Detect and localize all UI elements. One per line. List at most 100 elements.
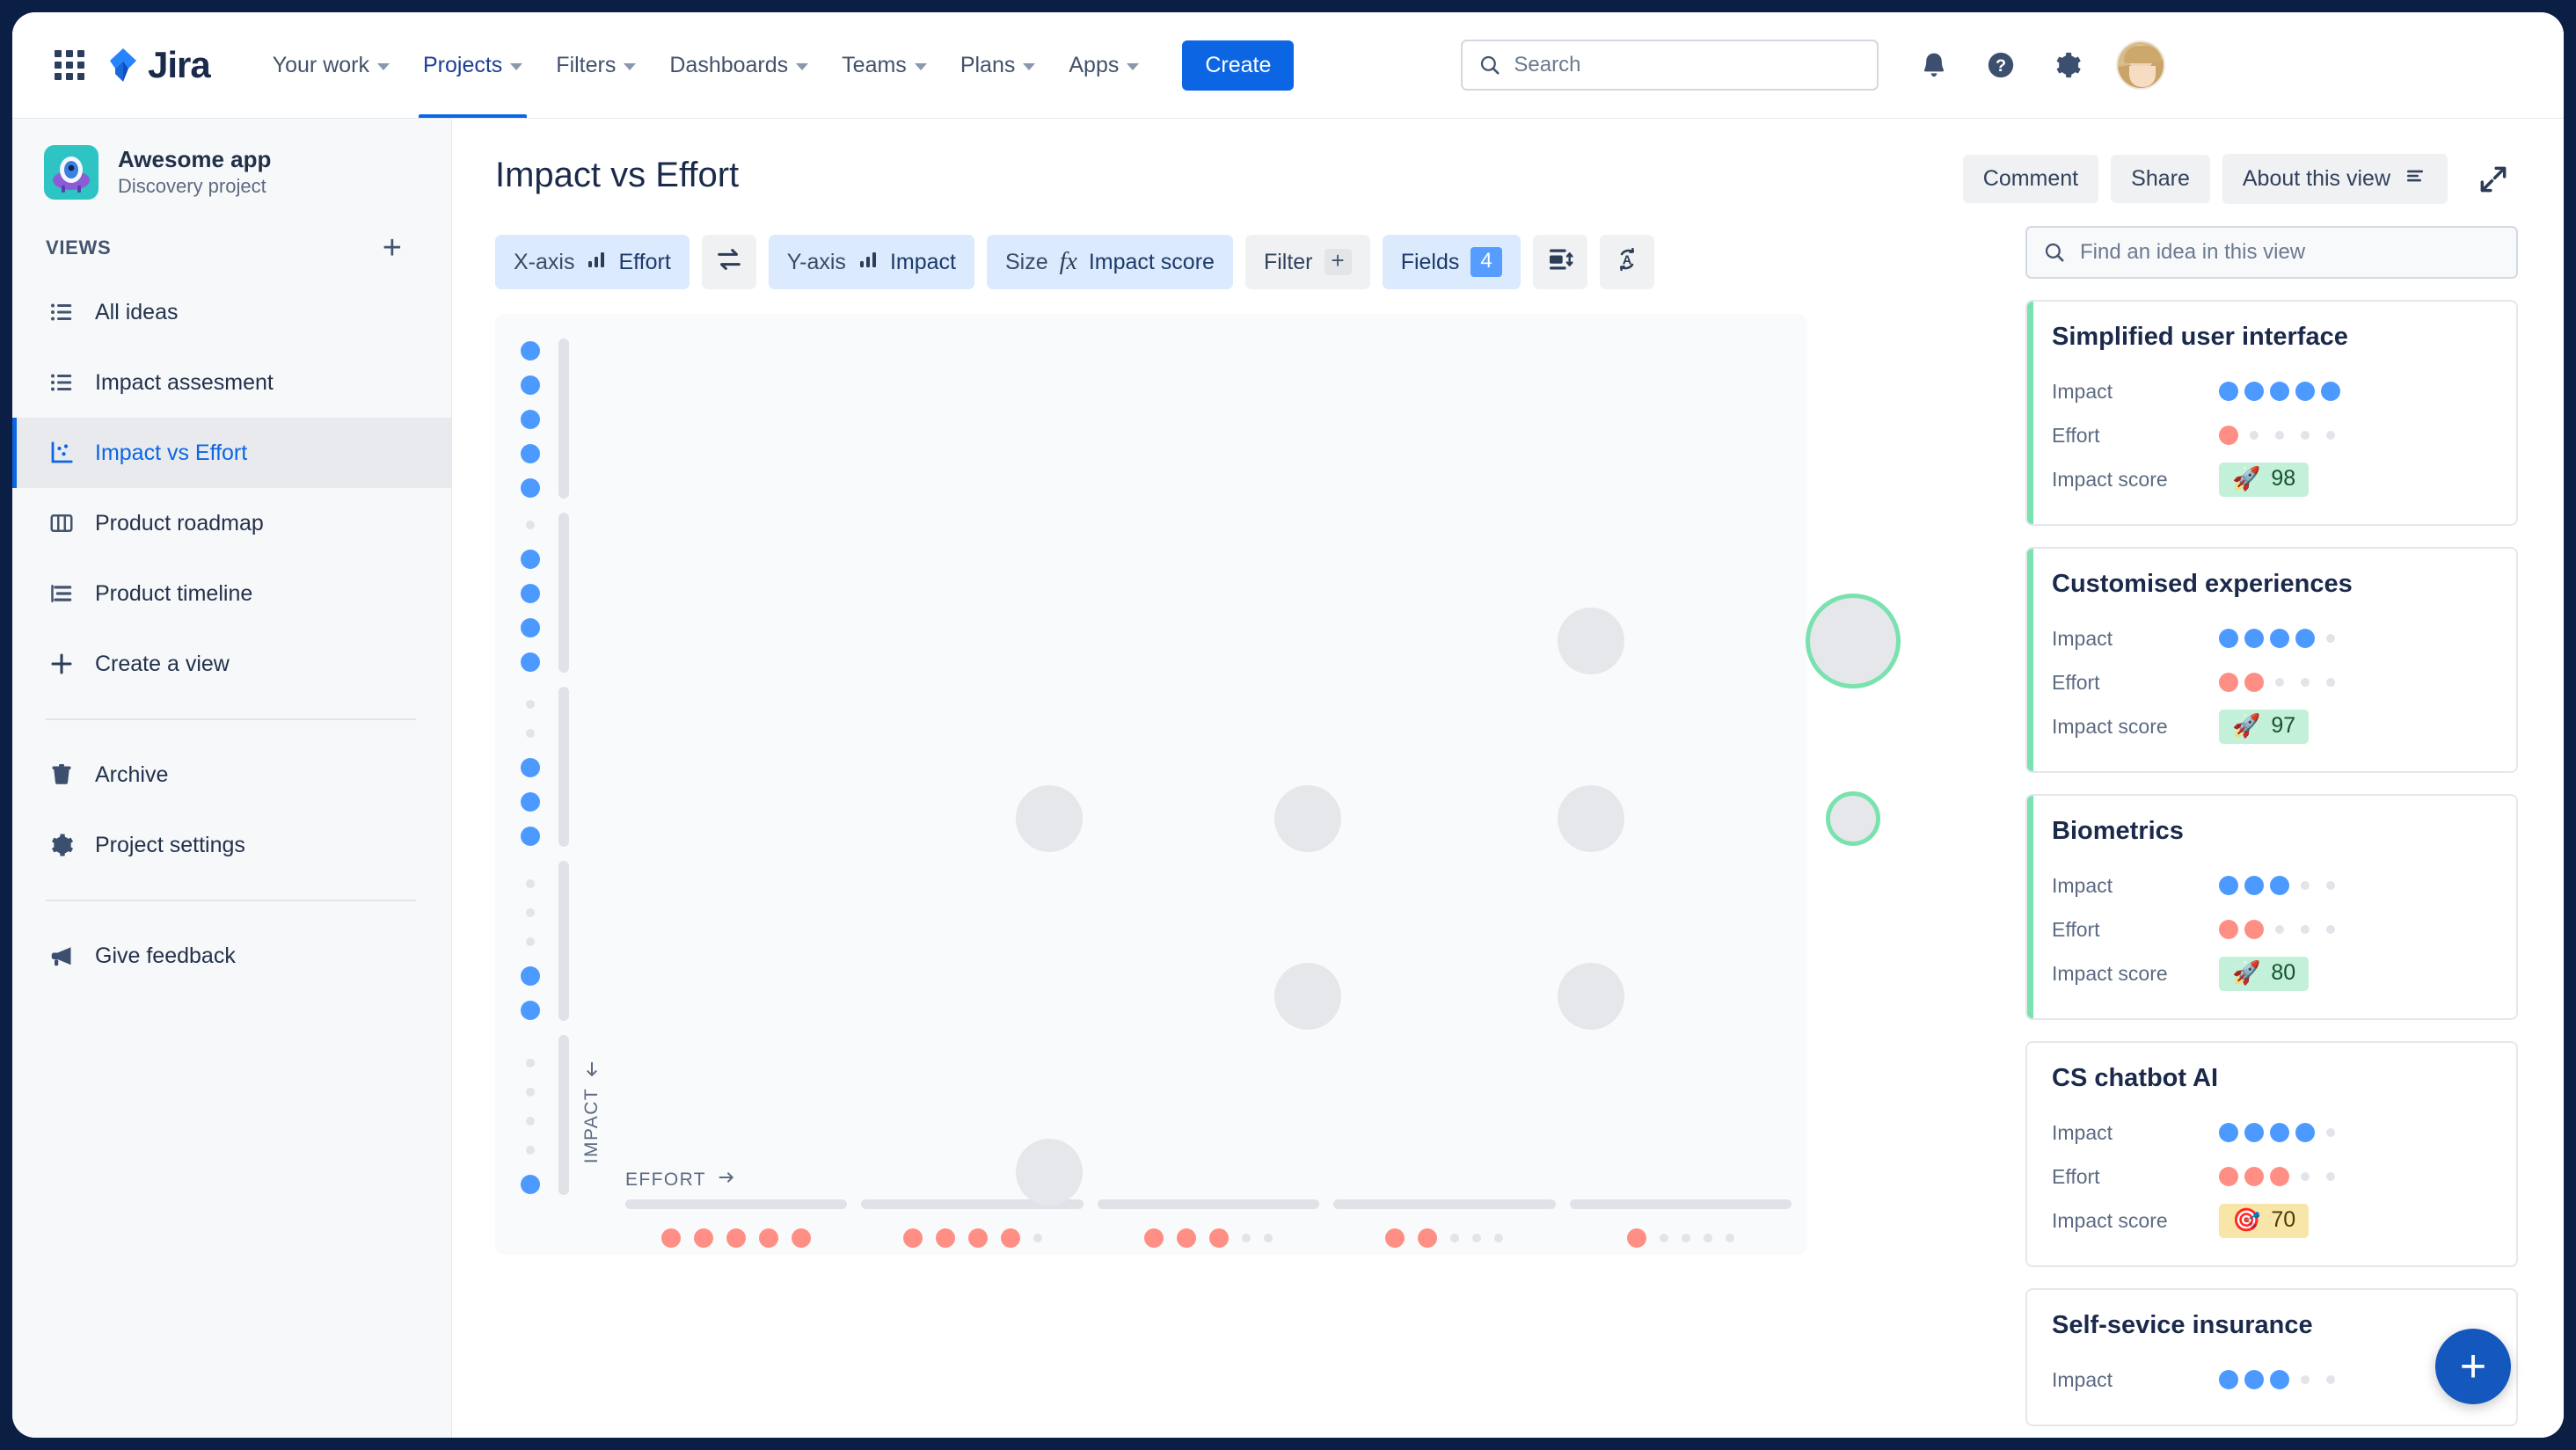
effort-dot-filled — [792, 1228, 812, 1248]
rating-dots — [2219, 629, 2340, 648]
nav-item-teams[interactable]: Teams — [825, 12, 944, 118]
notifications-bell-icon[interactable] — [1916, 47, 1952, 84]
chevron-down-icon — [624, 62, 637, 70]
impact-score-badge: 🚀 98 — [2219, 462, 2310, 497]
jira-home-link[interactable]: Jira — [104, 44, 211, 86]
app-switcher-icon[interactable] — [55, 50, 84, 80]
search-placeholder: Search — [1514, 53, 1581, 77]
primary-nav: Your work Projects Filters Dashboards Te… — [256, 12, 1157, 118]
find-idea-input[interactable]: Find an idea in this view — [2025, 226, 2518, 279]
sidebar-item-product-roadmap[interactable]: Product roadmap — [12, 488, 451, 558]
nav-item-projects[interactable]: Projects — [406, 12, 539, 118]
project-header[interactable]: Awesome app Discovery project — [12, 119, 451, 200]
sidebar-item-archive[interactable]: Archive — [12, 740, 451, 810]
chart-bubble[interactable] — [1558, 608, 1624, 674]
x-axis-level-dots — [625, 1228, 1792, 1248]
chart-bubble[interactable] — [1806, 594, 1901, 689]
ideas-side-panel: Find an idea in this view Simplified use… — [2001, 226, 2564, 1438]
impact-dot-empty — [526, 1146, 535, 1155]
idea-card[interactable]: Biometrics Impact Effort Impact score 🚀 80 — [2025, 794, 2518, 1020]
swap-axes-button[interactable] — [701, 235, 756, 289]
sidebar-item-product-timeline[interactable]: Product timeline — [12, 558, 451, 629]
effort-dot-empty — [1472, 1234, 1482, 1242]
add-filter-icon: + — [1324, 248, 1352, 276]
project-type: Discovery project — [118, 174, 266, 197]
fields-button[interactable]: Fields 4 — [1382, 235, 1521, 289]
y-axis-track — [558, 513, 569, 673]
rocket-emoji: 🚀 — [2232, 959, 2261, 986]
expand-diagonal-icon[interactable] — [2476, 162, 2511, 197]
impact-dot-empty — [2326, 881, 2335, 890]
idea-card-title: Simplified user interface — [2052, 323, 2348, 351]
chart-bubble[interactable] — [1558, 785, 1624, 852]
y-axis-selector[interactable]: Y-axis Impact — [768, 235, 974, 289]
filter-button[interactable]: Filter + — [1244, 235, 1370, 289]
jira-wordmark: Jira — [148, 44, 211, 85]
svg-text:?: ? — [1996, 56, 2006, 76]
impact-score-value: 97 — [2271, 712, 2296, 738]
sidebar-item-give-feedback[interactable]: Give feedback — [12, 921, 451, 991]
auto-label-button[interactable]: A — [1599, 235, 1654, 289]
add-view-button[interactable]: + — [383, 231, 402, 265]
find-idea-placeholder: Find an idea in this view — [2080, 240, 2306, 264]
effort-dot-empty — [2326, 678, 2335, 687]
idea-card[interactable]: Simplified user interface Impact Effort Imp… — [2025, 300, 2518, 526]
nav-item-dashboards[interactable]: Dashboards — [653, 12, 825, 118]
sidebar-item-project-settings[interactable]: Project settings — [12, 810, 451, 880]
idea-impact-row: Impact — [2052, 1111, 2492, 1155]
settings-gear-icon[interactable] — [2049, 47, 2086, 84]
impact-dot-filled — [2244, 1123, 2264, 1142]
global-search-input[interactable]: Search — [1461, 40, 1879, 91]
effort-dot-empty — [1242, 1234, 1252, 1242]
idea-impact-row: Impact — [2052, 616, 2492, 660]
idea-score-label: Impact score — [2052, 1208, 2168, 1232]
effort-dot-empty — [1033, 1234, 1042, 1242]
nav-item-plans[interactable]: Plans — [944, 12, 1053, 118]
nav-item-filters[interactable]: Filters — [539, 12, 653, 118]
chart-bubble[interactable] — [1558, 963, 1624, 1030]
rating-dots — [2219, 426, 2340, 445]
idea-card[interactable]: Customised experiences Impact Effort Impact… — [2025, 547, 2518, 773]
search-icon — [2045, 243, 2064, 262]
create-button[interactable]: Create — [1182, 40, 1295, 91]
y-axis-track — [558, 1035, 569, 1195]
sidebar-item-create-a-view[interactable]: Create a view — [12, 629, 451, 699]
chevron-down-icon — [796, 62, 809, 70]
impact-dot-filled — [521, 1001, 540, 1020]
sidebar-item-label: Create a view — [95, 651, 230, 676]
impact-dot-filled — [2244, 876, 2264, 895]
y-axis-level-dots — [513, 339, 548, 1209]
group-rows-button[interactable] — [1532, 235, 1587, 289]
nav-item-apps[interactable]: Apps — [1052, 12, 1156, 118]
sidebar-item-impact-assesment[interactable]: Impact assesment — [12, 347, 451, 418]
help-icon[interactable]: ? — [1982, 47, 2019, 84]
avatar[interactable] — [2116, 40, 2166, 90]
nav-item-your-work[interactable]: Your work — [256, 12, 406, 118]
effort-dot-empty — [2301, 925, 2310, 934]
impact-dot-filled — [521, 792, 540, 812]
chart-bubble[interactable] — [1016, 785, 1083, 852]
create-idea-fab[interactable]: + — [2435, 1329, 2511, 1404]
chart-bubble[interactable] — [1274, 963, 1341, 1030]
comment-button[interactable]: Comment — [1962, 155, 2099, 203]
chart-bubble[interactable] — [1016, 1139, 1083, 1206]
chart-bubble[interactable] — [1274, 785, 1341, 852]
impact-effort-scatter-chart[interactable]: IMPACT EFFORT — [495, 314, 2238, 1255]
share-button[interactable]: Share — [2111, 155, 2210, 203]
project-avatar-icon — [44, 145, 99, 200]
fields-count-badge: 4 — [1470, 247, 1502, 277]
arrow-right-icon — [715, 1169, 738, 1191]
size-selector[interactable]: Size fx Impact score — [986, 235, 1233, 289]
page-title: Impact vs Effort — [495, 156, 740, 194]
impact-dot-empty — [2326, 1375, 2335, 1384]
sidebar-item-impact-vs-effort[interactable]: Impact vs Effort — [12, 418, 451, 488]
idea-card[interactable]: CS chatbot AI Impact Effort Impact score 🎯 70 — [2025, 1041, 2518, 1267]
rating-dots — [2219, 382, 2340, 401]
about-this-view-button[interactable]: About this view — [2222, 154, 2448, 204]
x-axis-selector[interactable]: X-axis Effort — [495, 235, 690, 289]
chart-bubble[interactable] — [1826, 791, 1880, 846]
impact-score-badge: 🚀 97 — [2219, 709, 2310, 744]
sidebar-item-all-ideas[interactable]: All ideas — [12, 277, 451, 347]
effort-dot-filled — [2219, 1167, 2238, 1186]
effort-dot-filled — [694, 1228, 714, 1248]
